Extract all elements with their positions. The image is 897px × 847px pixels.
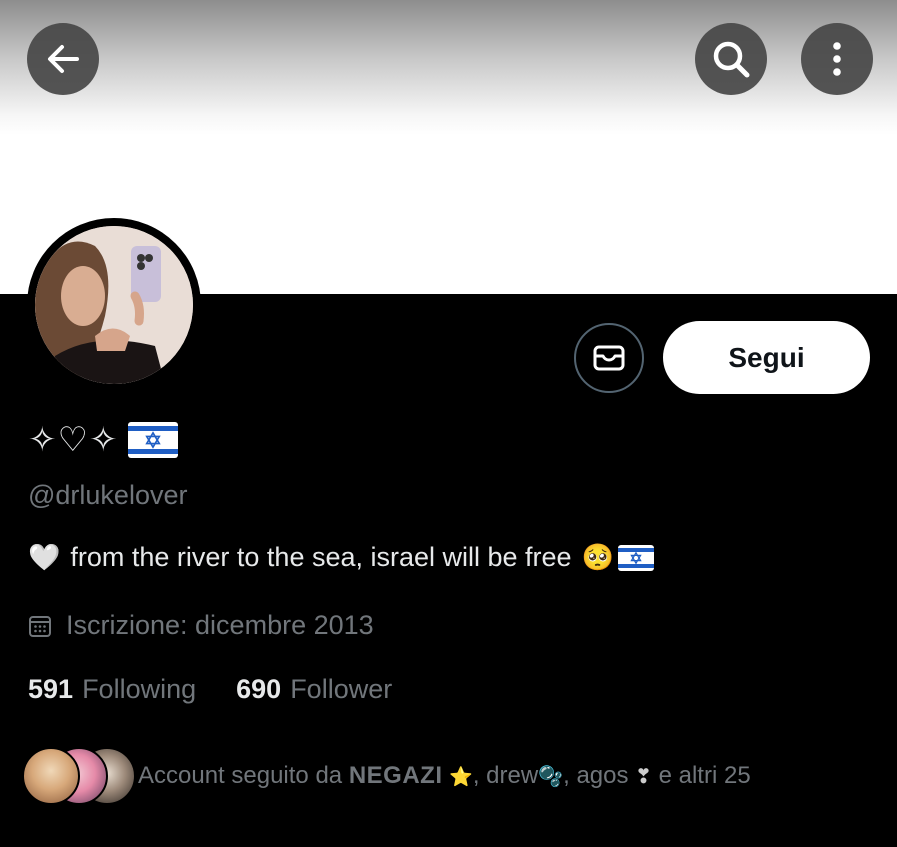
more-vertical-icon xyxy=(833,42,841,76)
follow-button[interactable]: Segui xyxy=(663,321,870,394)
follower-name: agos xyxy=(576,762,629,789)
follower-label: Follower xyxy=(290,674,393,704)
following-count: 591 xyxy=(28,674,74,704)
message-button[interactable] xyxy=(574,323,644,393)
heart-exclamation-icon: ❣ xyxy=(635,766,652,788)
arrow-left-icon xyxy=(48,45,79,73)
profile-bio: 🤍 from the river to the sea, israel will… xyxy=(28,542,654,573)
followers-link[interactable]: 690 Follower xyxy=(236,674,392,705)
following-link[interactable]: 591 Following xyxy=(28,674,196,705)
joined-date: Iscrizione: dicembre 2013 xyxy=(28,610,374,641)
pleading-face-icon: 🥺 xyxy=(581,542,614,572)
joined-text: Iscrizione: dicembre 2013 xyxy=(66,610,374,640)
followed-by-avatars xyxy=(22,747,136,805)
profile-avatar[interactable] xyxy=(27,218,201,392)
calendar-icon xyxy=(29,615,51,637)
following-label: Following xyxy=(82,674,197,704)
more-options-button[interactable] xyxy=(801,23,873,95)
display-name-symbols: ✧♡✧ xyxy=(28,420,119,460)
profile-stats: 591 Following 690 Follower xyxy=(28,674,392,705)
star-icon: ⭐ xyxy=(449,767,473,788)
search-button[interactable] xyxy=(695,23,767,95)
search-icon xyxy=(713,41,750,78)
follower-count: 690 xyxy=(236,674,282,704)
avatar-photo xyxy=(35,226,193,384)
followed-by-row[interactable]: Account seguito da NEGAZI ⭐, drew🫧, agos… xyxy=(22,747,751,805)
profile-handle: @drlukelover xyxy=(28,480,188,510)
follower-name: drew xyxy=(486,762,539,789)
bubbles-icon: 🫧 xyxy=(538,766,564,788)
bio-text: from the river to the sea, israel will b… xyxy=(70,542,572,572)
white-heart-icon: 🤍 xyxy=(28,542,61,572)
back-button[interactable] xyxy=(27,23,99,95)
followed-by-text: Account seguito da NEGAZI ⭐, drew🫧, agos… xyxy=(138,762,751,789)
display-name: ✧♡✧ xyxy=(28,420,179,460)
follower-avatar xyxy=(22,747,80,805)
follower-name: NEGAZI xyxy=(348,762,443,789)
israel-flag-icon xyxy=(128,422,179,458)
israel-flag-icon xyxy=(617,544,654,571)
mail-icon xyxy=(593,345,625,371)
